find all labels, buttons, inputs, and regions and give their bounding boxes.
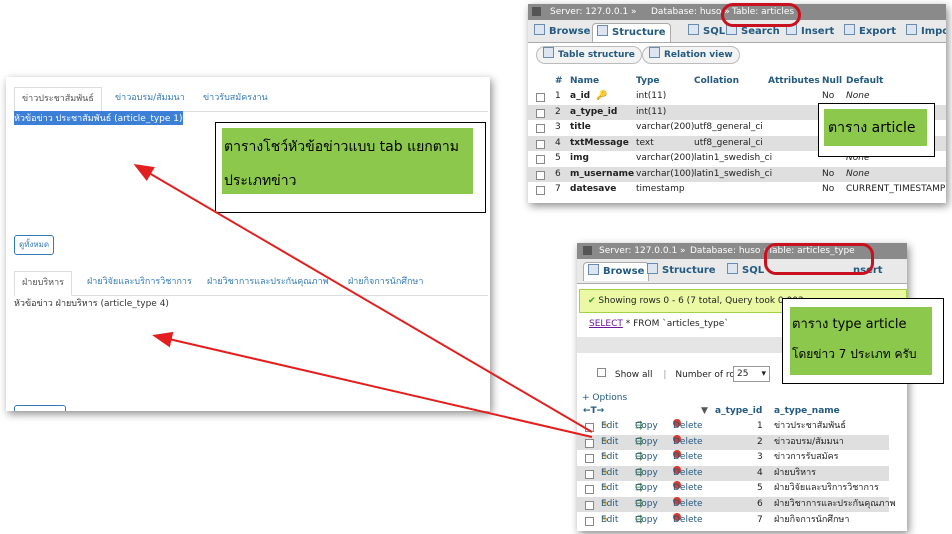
arrow-to-tab-news [133, 163, 593, 433]
annotation-arrows [133, 163, 593, 438]
arrow-to-admin-news [152, 331, 593, 438]
